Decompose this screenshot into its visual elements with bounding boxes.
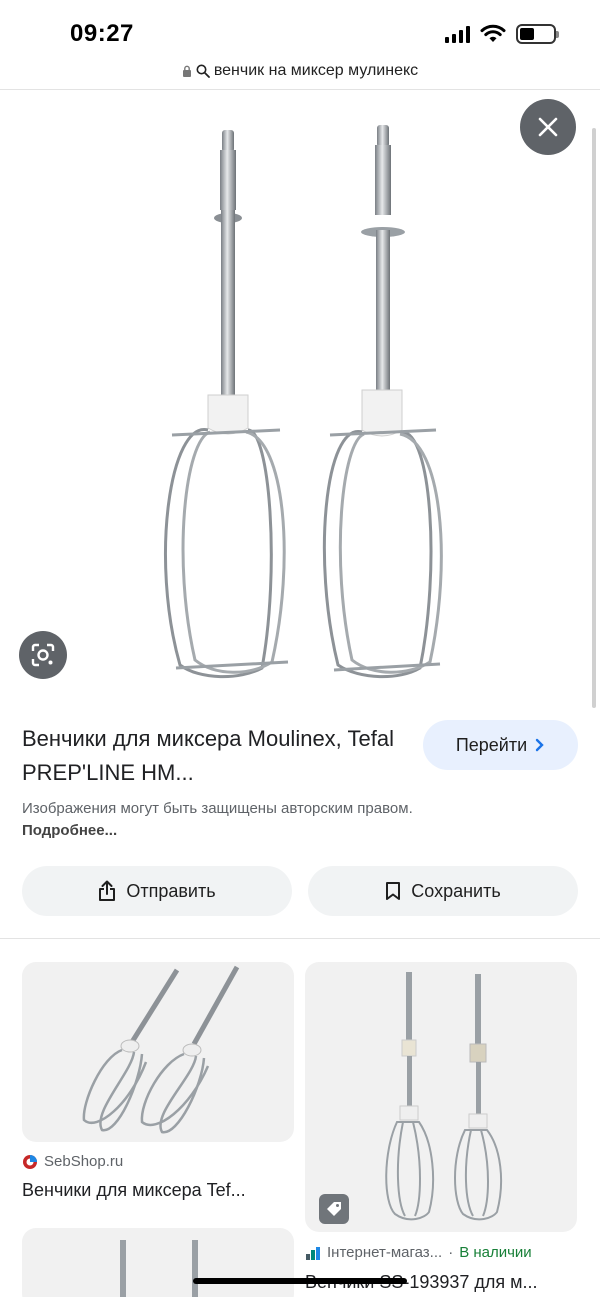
bookmark-icon xyxy=(386,882,401,900)
lock-icon xyxy=(182,65,191,77)
result-title[interactable]: Венчики для миксера Moulinex, Tefal PREP… xyxy=(22,722,402,790)
whisks-illustration xyxy=(163,125,443,679)
result-image[interactable] xyxy=(305,962,577,1232)
status-bar: 09:27 xyxy=(0,0,600,60)
battery-icon xyxy=(516,24,559,44)
whisks-thumbnail xyxy=(120,1240,198,1297)
divider xyxy=(0,938,600,939)
share-button[interactable]: Отправить xyxy=(22,866,292,916)
result-card-title[interactable]: Венчики для миксера Tef... xyxy=(22,1180,294,1201)
whisks-thumbnail xyxy=(385,972,503,1221)
go-button[interactable]: Перейти xyxy=(423,720,578,770)
status-icons xyxy=(445,24,559,44)
copyright-notice: Изображения могут быть защищены авторски… xyxy=(22,798,442,842)
save-button[interactable]: Сохранить xyxy=(308,866,578,916)
result-source[interactable]: SebShop.ru xyxy=(22,1153,123,1170)
favicon xyxy=(306,1246,320,1260)
go-label: Перейти xyxy=(455,734,528,755)
lens-button[interactable] xyxy=(19,631,67,679)
chevron-right-icon xyxy=(535,738,544,752)
copyright-text: Изображения могут быть защищены авторски… xyxy=(22,800,413,817)
whisks-thumbnail xyxy=(82,965,240,1134)
close-icon xyxy=(538,117,558,137)
wifi-icon xyxy=(480,24,506,42)
product-image[interactable] xyxy=(0,90,600,690)
more-link[interactable]: Подробнее... xyxy=(22,822,117,839)
search-icon xyxy=(196,64,210,78)
source-name: SebShop.ru xyxy=(44,1153,124,1170)
lens-icon xyxy=(31,643,55,667)
scrollbar[interactable] xyxy=(592,128,596,708)
url-text: венчик на миксер мулинекс xyxy=(213,62,419,79)
save-label: Сохранить xyxy=(411,880,501,901)
separator: · xyxy=(448,1244,454,1261)
share-icon xyxy=(99,880,116,901)
result-image[interactable] xyxy=(22,962,294,1142)
signal-icon xyxy=(445,25,470,43)
result-image[interactable] xyxy=(22,1228,294,1297)
share-label: Отправить xyxy=(126,880,216,901)
tag-icon xyxy=(319,1194,349,1224)
home-indicator[interactable] xyxy=(193,1278,407,1284)
whisk-left xyxy=(163,130,289,679)
source-name: Інтернет-магаз... xyxy=(327,1244,443,1261)
favicon xyxy=(23,1154,37,1169)
status-time: 09:27 xyxy=(70,20,134,47)
url-bar[interactable]: венчик на миксер мулинекс xyxy=(0,56,600,86)
whisk-right xyxy=(322,125,443,679)
result-source[interactable]: Інтернет-магаз... · В наличии xyxy=(305,1244,532,1261)
close-button[interactable] xyxy=(520,99,576,155)
stock-status: В наличии xyxy=(459,1244,532,1261)
